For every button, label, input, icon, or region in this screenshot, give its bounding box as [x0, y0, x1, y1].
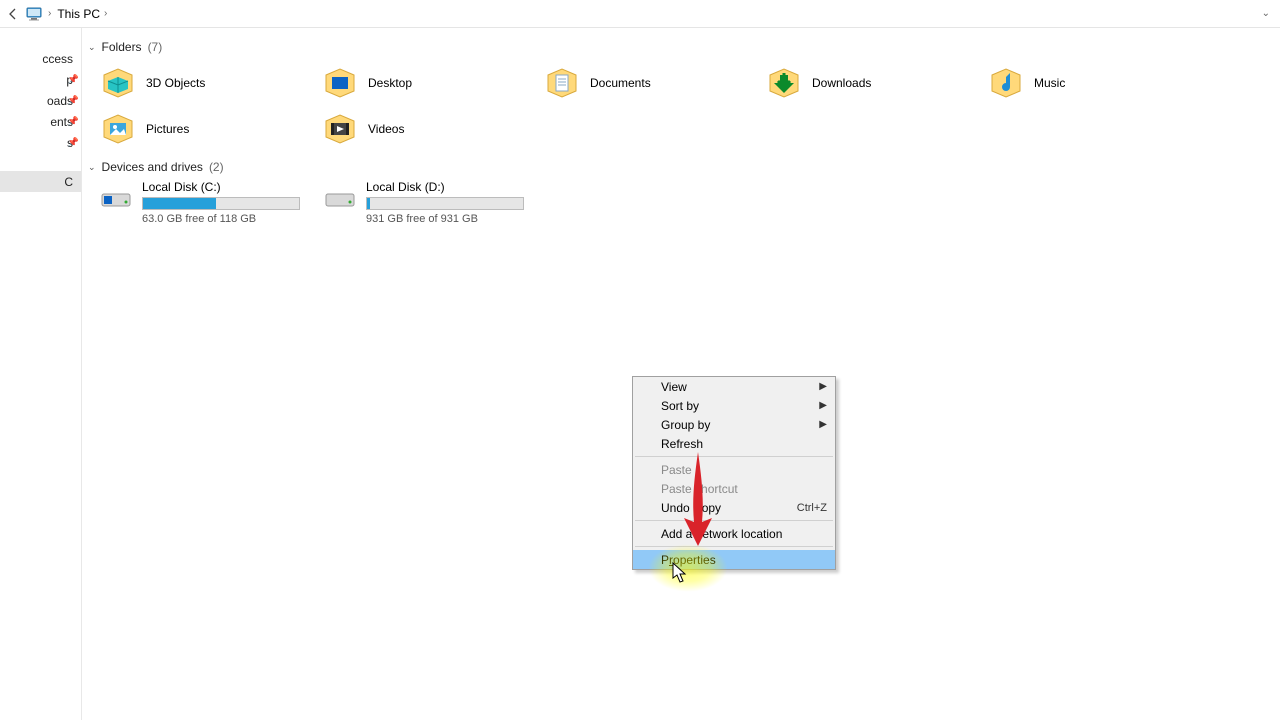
drive-icon — [100, 182, 132, 214]
sidebar-item-thispc[interactable]: C — [0, 171, 81, 192]
videos-icon — [322, 111, 358, 147]
music-icon — [988, 65, 1024, 101]
folder-documents[interactable]: Documents — [532, 60, 754, 106]
ctx-item-view[interactable]: View▶ — [633, 377, 835, 396]
ctx-label: Properties — [661, 553, 716, 567]
ctx-item-paste: Paste — [633, 460, 835, 479]
drive-name: Local Disk (D:) — [366, 180, 524, 194]
ctx-item-properties[interactable]: Properties — [633, 550, 835, 569]
folder-pictures[interactable]: Pictures — [88, 106, 310, 152]
menu-separator — [635, 546, 833, 547]
group-count: (2) — [209, 160, 224, 174]
sidebar-item-desktop[interactable]: p📌 — [0, 69, 81, 90]
drives-grid: Local Disk (C:) 63.0 GB free of 118 GB L… — [88, 180, 1280, 228]
sidebar-item-pictures[interactable]: s📌 — [0, 132, 81, 153]
drive-free-text: 931 GB free of 931 GB — [366, 213, 524, 225]
desktop-icon — [322, 65, 358, 101]
drive-icon — [324, 182, 356, 214]
folder-3d-objects[interactable]: 3D Objects — [88, 60, 310, 106]
address-bar[interactable]: › This PC › ⌄ — [0, 0, 1280, 28]
ctx-item-groupby[interactable]: Group by▶ — [633, 415, 835, 434]
drive-name: Local Disk (C:) — [142, 180, 300, 194]
folder-label: Downloads — [812, 76, 871, 90]
3d-objects-icon — [100, 65, 136, 101]
menu-shortcut: Ctrl+Z — [797, 502, 827, 514]
sidebar-item-quickaccess[interactable]: ccess — [0, 48, 81, 69]
chevron-right-icon: ▶ — [819, 400, 827, 411]
pin-icon: 📌 — [68, 95, 79, 106]
group-header-folders[interactable]: ⌄ Folders (7) — [88, 38, 1280, 56]
breadcrumb[interactable]: This PC › — [57, 7, 107, 21]
menu-separator — [635, 456, 833, 457]
folder-downloads[interactable]: Downloads — [754, 60, 976, 106]
drive-free-text: 63.0 GB free of 118 GB — [142, 213, 300, 225]
drive-c[interactable]: Local Disk (C:) 63.0 GB free of 118 GB — [88, 180, 310, 228]
nav-sidebar: ccess p📌 oads📌 ents📌 s📌 C — [0, 28, 82, 720]
drive-d[interactable]: Local Disk (D:) 931 GB free of 931 GB — [312, 180, 534, 228]
content-pane[interactable]: ⌄ Folders (7) 3D Objects Desktop Documen… — [82, 28, 1280, 720]
pictures-icon — [100, 111, 136, 147]
ctx-item-add-network[interactable]: Add a network location — [633, 524, 835, 543]
breadcrumb-label: This PC — [57, 7, 100, 21]
chevron-down-icon: ⌄ — [88, 162, 96, 173]
group-label: Folders — [102, 40, 142, 54]
folder-label: Documents — [590, 76, 651, 90]
this-pc-icon — [26, 6, 42, 22]
menu-separator — [635, 520, 833, 521]
chevron-down-icon: ⌄ — [88, 42, 96, 53]
chevron-down-icon[interactable]: ⌄ — [1262, 8, 1270, 19]
chevron-right-icon: › — [48, 8, 51, 19]
chevron-right-icon: ▶ — [819, 419, 827, 430]
ctx-item-refresh[interactable]: Refresh — [633, 434, 835, 453]
folder-videos[interactable]: Videos — [310, 106, 532, 152]
folder-music[interactable]: Music — [976, 60, 1198, 106]
group-count: (7) — [148, 40, 163, 54]
drive-usage-bar — [366, 197, 524, 210]
chevron-right-icon: › — [104, 8, 107, 19]
folder-label: 3D Objects — [146, 76, 205, 90]
ctx-item-sortby[interactable]: Sort by▶ — [633, 396, 835, 415]
folder-label: Pictures — [146, 122, 189, 136]
group-label: Devices and drives — [102, 160, 203, 174]
folder-label: Music — [1034, 76, 1065, 90]
group-header-drives[interactable]: ⌄ Devices and drives (2) — [88, 158, 1280, 176]
pin-icon: 📌 — [68, 74, 79, 85]
pin-icon: 📌 — [68, 137, 79, 148]
folder-label: Videos — [368, 122, 404, 136]
chevron-right-icon: ▶ — [819, 381, 827, 392]
folders-grid: 3D Objects Desktop Documents Downloads M… — [88, 60, 1280, 152]
ctx-item-undo[interactable]: Undo CopyCtrl+Z — [633, 498, 835, 517]
ctx-item-paste-shortcut: Paste shortcut — [633, 479, 835, 498]
folder-desktop[interactable]: Desktop — [310, 60, 532, 106]
folder-label: Desktop — [368, 76, 412, 90]
drive-usage-bar — [142, 197, 300, 210]
downloads-icon — [766, 65, 802, 101]
sidebar-item-downloads[interactable]: oads📌 — [0, 90, 81, 111]
sidebar-item-documents[interactable]: ents📌 — [0, 111, 81, 132]
context-menu: View▶ Sort by▶ Group by▶ Refresh Paste P… — [632, 376, 836, 570]
documents-icon — [544, 65, 580, 101]
back-button[interactable] — [6, 7, 20, 21]
pin-icon: 📌 — [68, 116, 79, 127]
